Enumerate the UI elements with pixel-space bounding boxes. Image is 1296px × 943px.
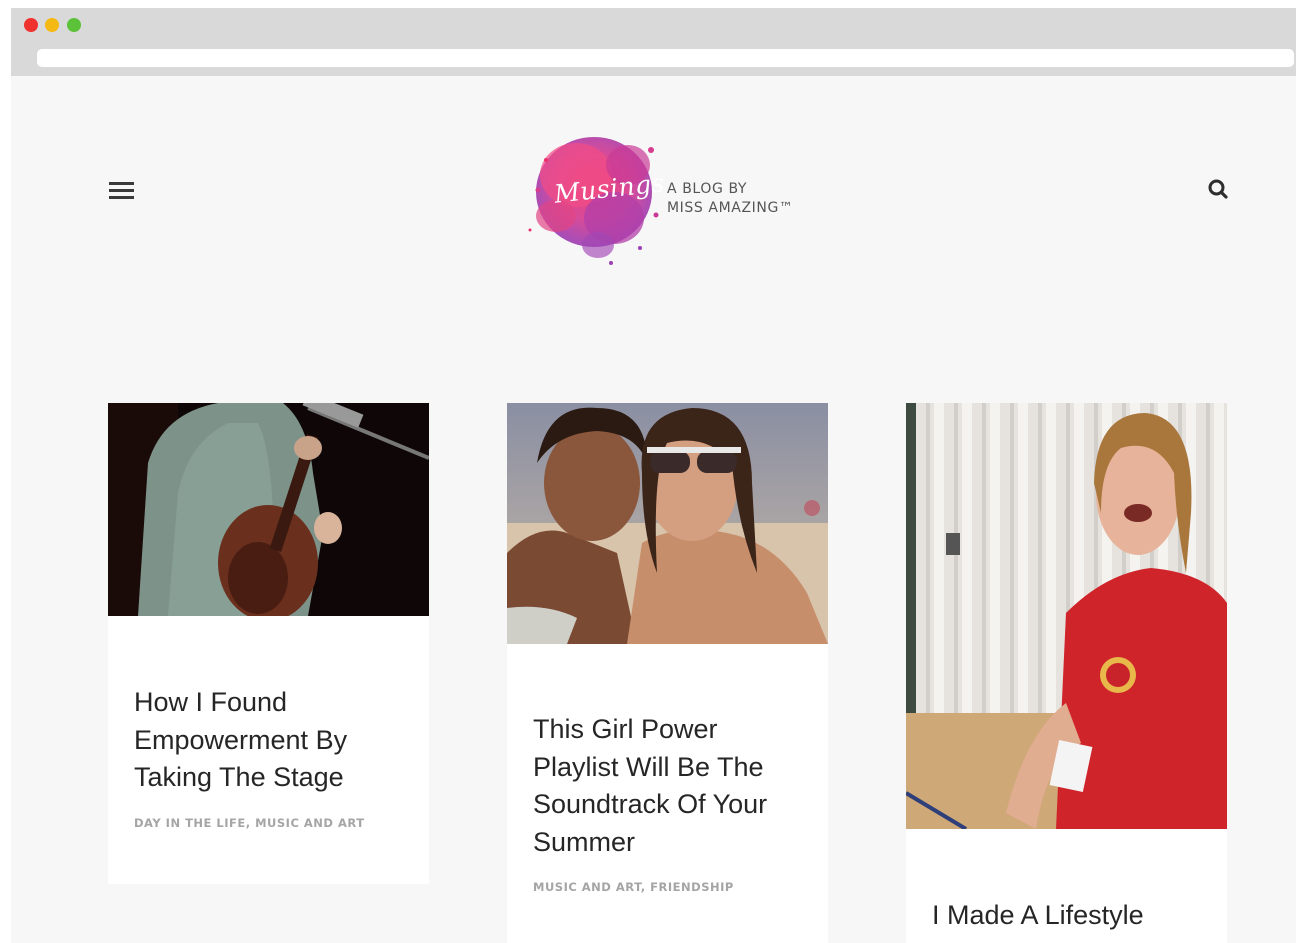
- browser-toolbar: [11, 8, 1296, 76]
- logo-tagline-line2: MISS AMAZING™: [667, 200, 794, 216]
- minimize-window-button[interactable]: [45, 18, 59, 32]
- maximize-window-button[interactable]: [67, 18, 81, 32]
- post-image-friends-beach[interactable]: [507, 403, 828, 644]
- post-title[interactable]: I Made A Lifestyle: [906, 897, 1227, 935]
- post-card[interactable]: How I Found Empowerment By Taking The St…: [108, 403, 429, 884]
- post-card[interactable]: I Made A Lifestyle: [906, 403, 1227, 943]
- address-bar[interactable]: [37, 49, 1294, 67]
- close-window-button[interactable]: [24, 18, 38, 32]
- logo-tagline-line1: A BLOG BY: [667, 181, 748, 197]
- post-categories[interactable]: DAY IN THE LIFE, MUSIC AND ART: [108, 816, 429, 830]
- post-categories[interactable]: MUSIC AND ART, FRIENDSHIP: [507, 880, 828, 894]
- post-image-guitar-performer[interactable]: [108, 403, 429, 616]
- post-title[interactable]: This Girl Power Playlist Will Be The Sou…: [507, 711, 828, 861]
- site-logo[interactable]: Musings A BLOG BY MISS AMAZING™: [516, 120, 816, 270]
- search-icon[interactable]: [1207, 178, 1229, 200]
- post-card[interactable]: This Girl Power Playlist Will Be The Sou…: [507, 403, 828, 943]
- hamburger-menu-icon[interactable]: [108, 180, 136, 202]
- post-image-woman-gym[interactable]: [906, 403, 1227, 829]
- post-title[interactable]: How I Found Empowerment By Taking The St…: [108, 684, 429, 797]
- browser-window: Musings A BLOG BY MISS AMAZING™ How I Fo…: [11, 8, 1296, 943]
